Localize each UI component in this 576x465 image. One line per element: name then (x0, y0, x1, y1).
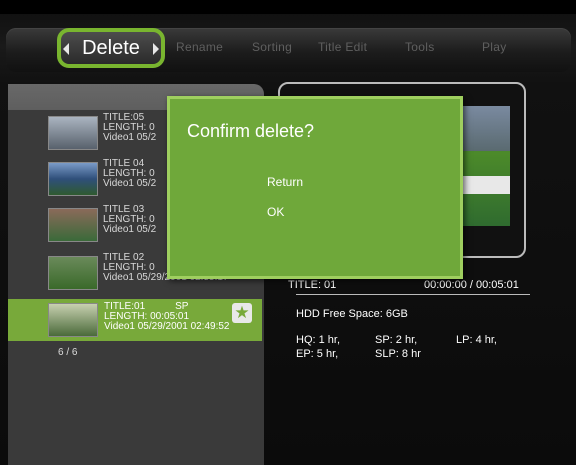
slp-time: SLP: 8 hr (375, 348, 421, 360)
top-strip (0, 0, 576, 14)
title-row-selected[interactable]: TITLE:01 SP LENGTH: 00:05:01 Video1 05/29… (8, 299, 262, 341)
title-row-text: TITLE:01 SP LENGTH: 00:05:01 Video1 05/29… (104, 301, 230, 332)
ok-option[interactable]: OK (267, 205, 284, 219)
title-thumbnail (48, 208, 98, 242)
menu-item-rename[interactable]: Rename (176, 40, 223, 54)
preview-title: TITLE: 01 (288, 279, 337, 291)
return-option[interactable]: Return (267, 175, 303, 189)
sp-time: SP: 2 hr, (375, 334, 418, 346)
dvr-screen: Delete Rename Sorting Title Edit Tools P… (0, 0, 576, 465)
divider (296, 294, 530, 295)
dialog-title: Confirm delete? (187, 121, 315, 141)
title-row-text: TITLE:05 LENGTH: 0 Video1 05/2 (103, 112, 157, 143)
menu-item-title-edit[interactable]: Title Edit (318, 40, 367, 54)
menu-item-sorting[interactable]: Sorting (252, 40, 292, 54)
title-thumbnail (48, 116, 98, 150)
title-row-text: TITLE 04 LENGTH: 0 Video1 05/2 (103, 158, 157, 189)
title-row-text: TITLE 03 LENGTH: 0 Video1 05/2 (103, 204, 157, 235)
title-thumbnail (48, 162, 98, 196)
menu-item-delete[interactable]: Delete (57, 28, 165, 68)
arrow-left-icon (63, 43, 69, 55)
preview-time: 00:00:00 / 00:05:01 (424, 279, 519, 291)
menu-item-play[interactable]: Play (482, 40, 507, 54)
hq-time: HQ: 1 hr, (296, 334, 341, 346)
ep-time: EP: 5 hr, (296, 348, 339, 360)
menu-item-tools[interactable]: Tools (405, 40, 435, 54)
page-count: 6 / 6 (58, 347, 78, 358)
star-icon: ★ (232, 303, 252, 323)
hdd-free-space: HDD Free Space: 6GB (296, 308, 408, 320)
menu-item-delete-label: Delete (82, 36, 140, 59)
confirm-delete-dialog: Confirm delete? Return OK (167, 96, 463, 279)
lp-time: LP: 4 hr, (456, 334, 497, 346)
title-thumbnail (48, 303, 98, 337)
title-thumbnail (48, 256, 98, 290)
arrow-right-icon (153, 43, 159, 55)
